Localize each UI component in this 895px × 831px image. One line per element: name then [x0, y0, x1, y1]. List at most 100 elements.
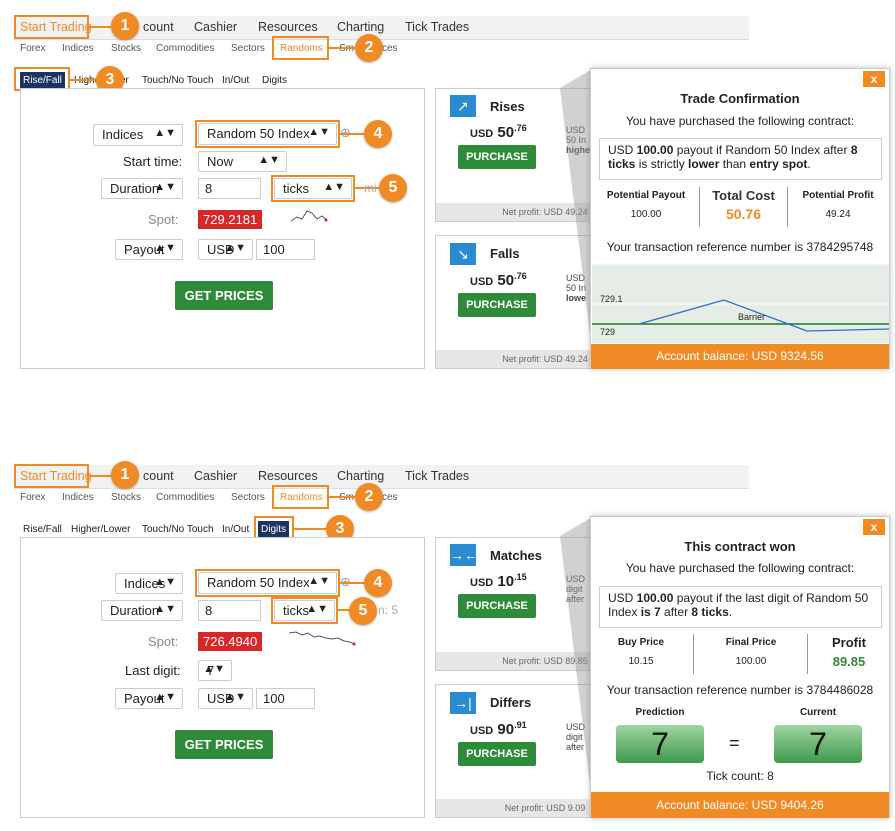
rises-arrow-icon: ↗: [450, 95, 476, 117]
purchase-button-falls[interactable]: PURCHASE: [458, 293, 536, 317]
nav-tick-trades[interactable]: Tick Trades: [405, 469, 469, 483]
subnav-indices[interactable]: Indices: [62, 492, 94, 503]
purchase-button-rises[interactable]: PURCHASE: [458, 145, 536, 169]
duration-input[interactable]: 8: [198, 600, 261, 621]
card-title-differs: Differs: [490, 695, 532, 710]
subnav-indices[interactable]: Indices: [62, 43, 94, 54]
duration-unit-value: ticks: [283, 603, 309, 618]
potential-payout-label: Potential Payout: [606, 190, 686, 201]
nav-cashier[interactable]: Cashier: [194, 20, 237, 34]
final-price-label: Final Price: [725, 637, 777, 648]
subnav-commodities[interactable]: Commodities: [156, 492, 214, 503]
select-arrow-icon: ▲▼: [224, 242, 246, 254]
card-price-differs: USD 90.91: [470, 720, 527, 738]
amount-input[interactable]: 100: [256, 239, 315, 260]
subnav-stocks[interactable]: Stocks: [111, 43, 141, 54]
underlying-select[interactable]: Random 50 Index ▲▼: [198, 572, 337, 594]
tab-rise-fall[interactable]: Rise/Fall: [20, 72, 65, 89]
currency-select[interactable]: USD ▲▼: [198, 688, 253, 709]
close-icon[interactable]: x: [863, 519, 885, 535]
start-time-select[interactable]: Now ▲▼: [198, 151, 287, 172]
divider: [807, 634, 808, 674]
subnav-smart-partial-end: ces: [382, 43, 398, 54]
card-price-falls: USD 50.76: [470, 271, 527, 289]
card-price-rises: USD 50.76: [470, 123, 527, 141]
nav-resources[interactable]: Resources: [258, 469, 318, 483]
subnav-stocks[interactable]: Stocks: [111, 492, 141, 503]
spot-value: 726.4940: [198, 632, 263, 651]
nav-charting[interactable]: Charting: [337, 469, 384, 483]
tab-higher-lower[interactable]: Higher/Lower: [68, 521, 133, 538]
get-prices-button[interactable]: GET PRICES: [175, 730, 273, 759]
subnav-commodities[interactable]: Commodities: [156, 43, 214, 54]
amount-input[interactable]: 100: [256, 688, 315, 709]
underlying-select[interactable]: Random 50 Index ▲▼: [198, 123, 337, 145]
currency-select[interactable]: USD ▲▼: [198, 239, 253, 260]
get-prices-button[interactable]: GET PRICES: [175, 281, 273, 310]
select-arrow-icon: ▲▼: [258, 154, 280, 166]
potential-payout-value: 100.00: [630, 209, 662, 220]
select-arrow-icon: ▲▼: [203, 663, 225, 675]
current-digit: 7: [774, 725, 862, 763]
subnav-forex[interactable]: Forex: [20, 492, 46, 503]
nav-tick-trades[interactable]: Tick Trades: [405, 20, 469, 34]
purchase-button-differs[interactable]: PURCHASE: [458, 742, 536, 766]
spot-value: 729.2181: [198, 210, 263, 229]
divider: [699, 187, 700, 227]
step-badge-1: 1: [111, 12, 139, 40]
close-icon[interactable]: x: [863, 71, 885, 87]
subnav-randoms[interactable]: Randoms: [280, 43, 323, 54]
select-arrow-icon: ▲▼: [154, 603, 176, 615]
nav-cashier[interactable]: Cashier: [194, 469, 237, 483]
tab-touch-no-touch[interactable]: Touch/No Touch: [139, 72, 217, 89]
chart-label-low: 729: [600, 327, 616, 337]
step-badge-5: 5: [349, 597, 377, 625]
market-select[interactable]: Indices ▲▼: [115, 573, 183, 594]
duration-select[interactable]: Duration ▲▼: [101, 600, 183, 621]
connector-2: [329, 496, 355, 498]
potential-profit-value: 49.24: [825, 209, 851, 220]
nav-resources[interactable]: Resources: [258, 20, 318, 34]
account-balance: Account balance: USD 9404.26: [591, 792, 889, 818]
select-arrow-icon: ▲▼: [306, 603, 328, 615]
subnav-sectors[interactable]: Sectors: [231, 492, 265, 503]
select-arrow-icon: ▲▼: [154, 691, 176, 703]
card-price-matches: USD 10.15: [470, 572, 527, 590]
select-arrow-icon: ▲▼: [154, 181, 176, 193]
step-badge-2: 2: [355, 34, 383, 62]
tab-rise-fall[interactable]: Rise/Fall: [20, 521, 65, 538]
tab-in-out[interactable]: In/Out: [219, 521, 252, 538]
last-digit-select[interactable]: 7 ▲▼: [198, 660, 232, 681]
duration-unit-select[interactable]: ticks ▲▼: [274, 178, 352, 199]
tick-chart: 729.1 729 Barrier: [592, 263, 890, 343]
trade-confirmation-popup: x Trade Confirmation You have purchased …: [590, 68, 890, 369]
nav-my-account[interactable]: count: [143, 469, 174, 483]
tab-digits[interactable]: Digits: [259, 72, 290, 89]
nav-my-account[interactable]: count: [143, 20, 174, 34]
duration-input[interactable]: 8: [198, 178, 261, 199]
tab-touch-no-touch[interactable]: Touch/No Touch: [139, 521, 217, 538]
market-select[interactable]: Indices ▲▼: [93, 124, 183, 146]
payout-select[interactable]: Payout ▲▼: [115, 688, 183, 709]
nav-start-trading[interactable]: Start Trading: [20, 469, 92, 483]
tab-digits[interactable]: Digits: [258, 521, 290, 538]
duration-select[interactable]: Duration ▲▼: [101, 178, 183, 199]
duration-unit-select[interactable]: ticks ▲▼: [274, 600, 335, 621]
purchase-button-matches[interactable]: PURCHASE: [458, 594, 536, 618]
step-badge-2: 2: [355, 483, 383, 511]
nav-start-trading[interactable]: Start Trading: [20, 20, 92, 34]
payout-select[interactable]: Payout ▲▼: [115, 239, 183, 260]
buy-price-label: Buy Price: [617, 637, 665, 648]
duration-unit-value: ticks: [283, 181, 309, 196]
select-arrow-icon: ▲▼: [308, 126, 330, 138]
final-price-value: 100.00: [735, 656, 767, 667]
card-title-rises: Rises: [490, 99, 525, 114]
subnav-sectors[interactable]: Sectors: [231, 43, 265, 54]
tick-chart-lines: [592, 263, 890, 332]
transaction-reference: Your transaction reference number is 378…: [606, 240, 874, 254]
nav-charting[interactable]: Charting: [337, 20, 384, 34]
tab-in-out[interactable]: In/Out: [219, 72, 252, 89]
subnav-randoms[interactable]: Randoms: [280, 492, 323, 503]
subnav-forex[interactable]: Forex: [20, 43, 46, 54]
connector-3: [70, 79, 96, 81]
